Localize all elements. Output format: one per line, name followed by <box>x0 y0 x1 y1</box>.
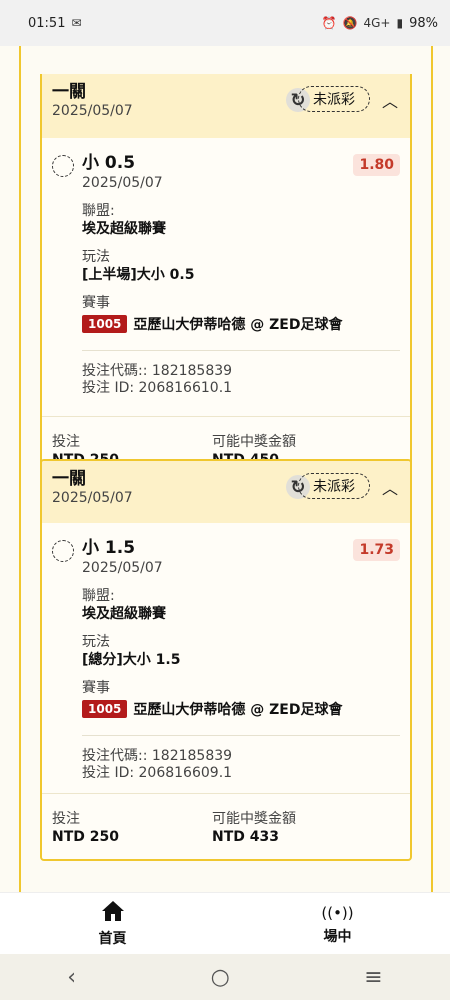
selection-name: 小 1.5 <box>82 538 136 558</box>
selection-date: 2025/05/07 <box>82 175 163 191</box>
market-label: 玩法 <box>82 249 110 265</box>
bet-card-header[interactable]: 一關 2025/05/07 ↻ 未派彩 ︿ <box>42 461 410 523</box>
bet-card-body: 小 0.5 2025/05/07 1.80 聯盟: 埃及超級聯賽 玩法 [上半場… <box>42 138 410 397</box>
system-nav-bar: ‹ ○ ≡ <box>0 954 450 1000</box>
broadcast-icon: ((•)) <box>321 903 354 922</box>
status-badge: 未派彩 <box>298 86 370 112</box>
market-label: 玩法 <box>82 634 110 650</box>
nav-home[interactable]: 首頁 <box>0 893 225 954</box>
bet-card: 一關 2025/05/07 ↻ 未派彩 ︿ 小 0.5 2025/05/07 1… <box>40 74 412 484</box>
bet-id: 投注 ID: 206816610.1 <box>82 380 233 396</box>
bet-code: 投注代碼:: 182185839 <box>82 363 233 379</box>
bet-card-header[interactable]: 一關 2025/05/07 ↻ 未派彩 ︿ <box>42 74 410 138</box>
payout-value: NTD 433 <box>212 829 279 845</box>
market-value: [上半場]大小 0.5 <box>82 267 195 283</box>
chevron-up-icon[interactable]: ︿ <box>382 475 398 499</box>
selection-radio[interactable] <box>52 540 74 562</box>
payout-label: 可能中獎金額 <box>212 811 296 827</box>
stake-label: 投注 <box>52 434 80 450</box>
back-icon[interactable]: ‹ <box>67 965 76 990</box>
status-bar: 01:51 ✉ ⏰ 🔕 4G+ ▮ 98% <box>0 0 450 46</box>
message-icon: ✉ <box>71 16 82 30</box>
bottom-nav: 首頁 ((•)) 場中 <box>0 892 450 954</box>
alarm-icon: ⏰ <box>321 16 337 30</box>
divider <box>82 350 400 351</box>
chevron-up-icon[interactable]: ︿ <box>382 88 398 112</box>
market-value: [總分]大小 1.5 <box>82 652 181 668</box>
payout-label: 可能中獎金額 <box>212 434 296 450</box>
event-name: 亞歷山大伊蒂哈德 @ ZED足球會 <box>133 317 343 333</box>
event-id-badge: 1005 <box>82 700 128 718</box>
bet-card: 一關 2025/05/07 ↻ 未派彩 ︿ 小 1.5 2025/05/07 1… <box>40 459 412 861</box>
selection-radio[interactable] <box>52 155 74 177</box>
selection-date: 2025/05/07 <box>82 560 163 576</box>
status-time: 01:51 <box>28 15 66 31</box>
nav-live[interactable]: ((•)) 場中 <box>225 893 450 954</box>
selection-name: 小 0.5 <box>82 153 136 173</box>
league-value: 埃及超級聯賽 <box>82 606 166 622</box>
home-icon <box>101 900 125 926</box>
nav-live-label: 場中 <box>323 928 352 945</box>
league-label: 聯盟: <box>82 203 115 219</box>
bet-card-footer: 投注 NTD 250 可能中獎金額 NTD 433 <box>42 793 410 859</box>
league-value: 埃及超級聯賽 <box>82 221 166 237</box>
status-badge: 未派彩 <box>298 473 370 499</box>
odds-badge: 1.80 <box>353 154 400 176</box>
odds-badge: 1.73 <box>353 539 400 561</box>
stake-label: 投注 <box>52 811 80 827</box>
bet-card-body: 小 1.5 2025/05/07 1.73 聯盟: 埃及超級聯賽 玩法 [總分]… <box>42 523 410 782</box>
divider <box>82 735 400 736</box>
nav-home-label: 首頁 <box>98 930 127 947</box>
event-label: 賽事 <box>82 295 110 311</box>
event-id-badge: 1005 <box>82 315 128 333</box>
network-label: 4G+ <box>363 16 391 30</box>
battery-level: 98% <box>409 15 438 31</box>
home-circle-icon[interactable]: ○ <box>211 965 230 990</box>
bet-list-container: 一關 2025/05/07 ↻ 未派彩 ︿ 小 0.5 2025/05/07 1… <box>19 46 433 892</box>
recents-icon[interactable]: ≡ <box>364 965 382 990</box>
stake-value: NTD 250 <box>52 829 119 845</box>
signal-icon: ▮ <box>396 16 404 30</box>
bet-id: 投注 ID: 206816609.1 <box>82 765 233 781</box>
event-label: 賽事 <box>82 680 110 696</box>
mute-icon: 🔕 <box>342 16 358 30</box>
event-name: 亞歷山大伊蒂哈德 @ ZED足球會 <box>133 702 343 718</box>
bet-code: 投注代碼:: 182185839 <box>82 748 233 764</box>
league-label: 聯盟: <box>82 588 115 604</box>
